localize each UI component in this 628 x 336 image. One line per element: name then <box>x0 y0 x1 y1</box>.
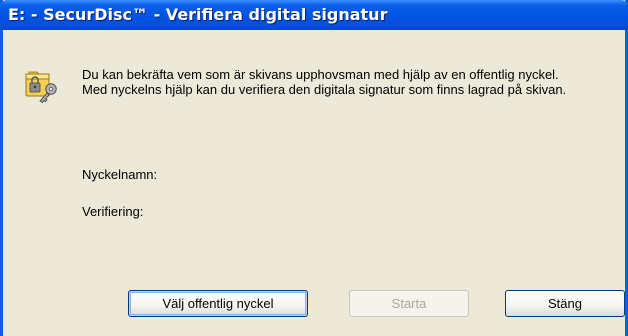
verification-label: Verifiering: <box>82 204 144 219</box>
key-name-label: Nyckelnamn: <box>82 167 158 182</box>
description-text: Du kan bekräfta vem som är skivans uppho… <box>82 67 622 97</box>
close-button[interactable]: Stäng <box>505 290 625 317</box>
dialog-window: E: - SecurDisc™ - Verifiera digital sign… <box>0 0 628 336</box>
description-line-2: Med nyckelns hjälp kan du verifiera den … <box>82 82 567 97</box>
window-title: E: - SecurDisc™ - Verifiera digital sign… <box>8 5 388 24</box>
choose-public-key-button[interactable]: Välj offentlig nyckel <box>128 290 308 317</box>
start-button[interactable]: Starta <box>349 290 469 317</box>
title-bar[interactable]: E: - SecurDisc™ - Verifiera digital sign… <box>0 0 628 30</box>
description-line-1: Du kan bekräfta vem som är skivans uppho… <box>82 67 559 82</box>
key-folder-icon <box>25 71 57 103</box>
